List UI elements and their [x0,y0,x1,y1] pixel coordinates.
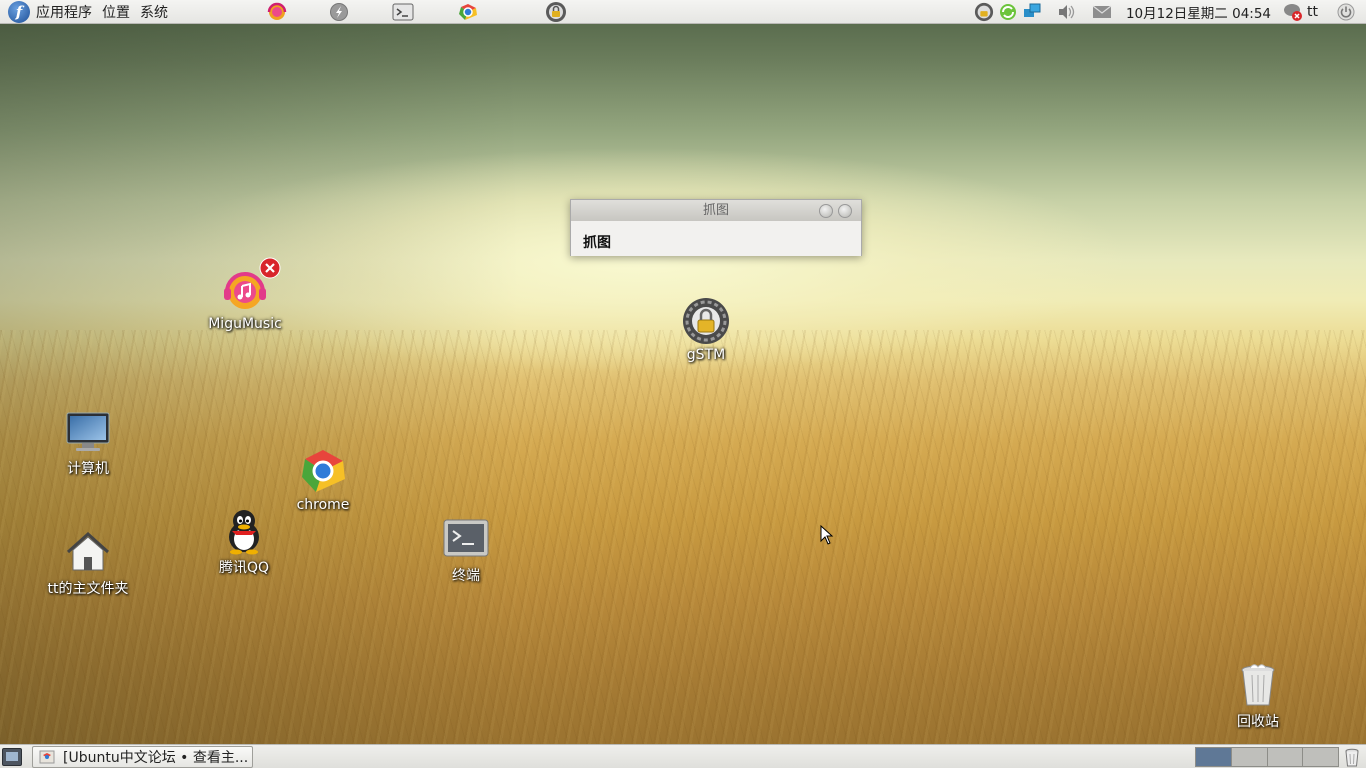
computer-icon [66,412,110,451]
user-name[interactable]: tt [1307,4,1318,20]
sync-icon[interactable] [998,2,1018,22]
desktop-icon-label: 终端 [452,568,480,584]
workspace-2[interactable] [1231,748,1268,766]
chrome-icon [459,4,477,20]
trash-applet-icon[interactable] [1344,747,1360,767]
desktop-icon-migumusic[interactable]: MiguMusic [195,257,295,332]
desktop-icon-gstm[interactable]: gSTM [656,297,756,363]
shutdown-icon[interactable] [1336,2,1356,22]
wallpaper-shade [0,24,520,744]
desktop-icon-qq[interactable]: 腾讯QQ [194,507,294,577]
window-titlebar[interactable]: 抓图 [571,200,861,221]
window-title: 抓图 [702,203,729,218]
workspace-1[interactable] [1196,748,1232,766]
menu-system[interactable]: 系统 [140,2,168,22]
chat-offline-icon[interactable] [1283,2,1303,22]
desktop-icon-label: MiguMusic [208,316,282,332]
terminal-launcher[interactable] [392,2,414,22]
terminal-icon [443,519,489,557]
network-icon[interactable] [1022,2,1042,22]
desktop-icon-label: 计算机 [67,461,109,477]
show-desktop-button[interactable] [2,748,22,766]
qq-icon [229,510,259,555]
screenshot-window[interactable]: 抓图 抓图 [570,199,862,256]
fedora-logo-icon[interactable]: f [8,0,30,23]
chrome-icon [302,450,345,492]
gstm-tray-icon[interactable] [974,2,994,22]
flash-launcher[interactable] [328,2,350,22]
gstm-launcher[interactable] [545,2,567,22]
migu-music-launcher[interactable] [266,2,288,22]
mouse-cursor-icon [820,525,834,545]
taskbar-window-title: [Ubuntu中文论坛 • 查看主... [63,750,249,766]
desktop-icon-label: 回收站 [1237,714,1279,730]
menu-places[interactable]: 位置 [102,2,130,22]
desktop-icon-trash[interactable]: 回收站 [1208,661,1308,731]
menu-applications[interactable]: 应用程序 [36,2,92,22]
desktop-icon-label: tt的主文件夹 [47,581,129,597]
top-panel: f 应用程序 位置 系统 10月12日星期二 04:54 tt [0,0,1366,24]
desktop-icon-label: gSTM [686,347,726,363]
mail-icon[interactable] [1092,2,1112,22]
error-badge-icon [259,257,281,279]
trash-icon [1241,664,1275,706]
desktop-icon-label: 腾讯QQ [218,560,270,576]
minimize-button[interactable] [819,204,833,218]
home-folder-icon [66,531,110,571]
clock[interactable]: 10月12日星期二 04:54 [1126,2,1271,22]
gstm-icon [683,298,729,344]
migu-music-icon [267,2,287,20]
workspace-3[interactable] [1267,748,1304,766]
volume-icon[interactable] [1056,2,1076,22]
workspace-switcher[interactable] [1195,747,1339,767]
desktop-icon-computer[interactable]: 计算机 [38,408,138,478]
chrome-launcher[interactable] [457,2,479,22]
system-tray: 10月12日星期二 04:54 tt [970,0,1366,24]
flash-icon [330,3,348,21]
workspace-4[interactable] [1303,748,1338,766]
terminal-icon [392,3,414,21]
bottom-panel: [Ubuntu中文论坛 • 查看主... [0,744,1366,768]
desktop-icon-home[interactable]: tt的主文件夹 [38,528,138,598]
taskbar-window-button[interactable]: [Ubuntu中文论坛 • 查看主... [32,746,253,768]
desktop-icon-label: chrome [296,497,350,513]
browser-window-icon [39,750,55,764]
close-button[interactable] [838,204,852,218]
gstm-icon [546,2,566,22]
desktop-icon-terminal[interactable]: 终端 [416,515,516,585]
desktop-icon-chrome[interactable]: chrome [273,447,373,513]
window-body-text: 抓图 [583,235,611,251]
